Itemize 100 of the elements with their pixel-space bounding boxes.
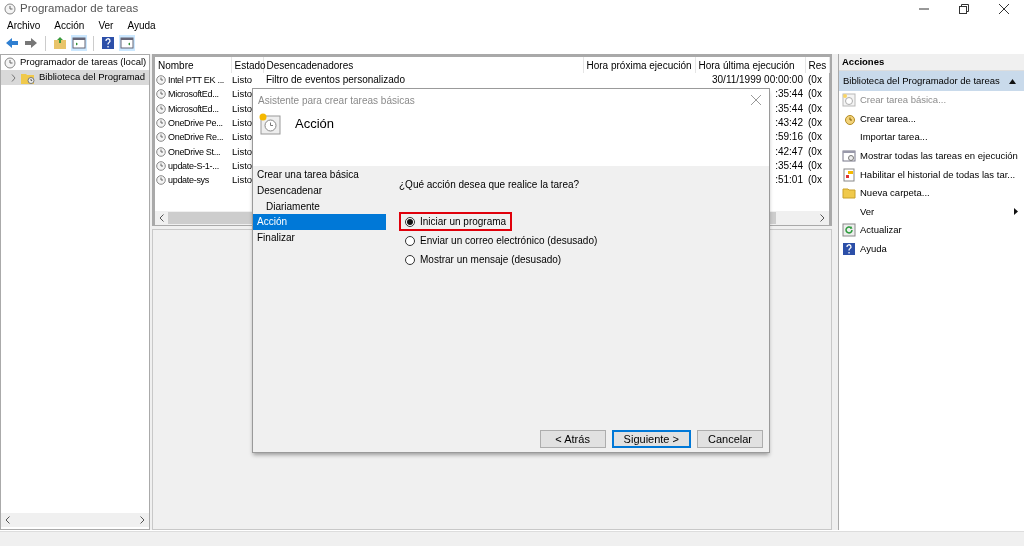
task-name: MicrosoftEd... (168, 102, 219, 116)
pane-title: Acciones (839, 54, 1024, 71)
question-text: ¿Qué acción desea que realice la tarea? (399, 178, 581, 192)
table-cell: 30/11/1999 00:00:00 (712, 74, 803, 86)
calendar-clock-icon (259, 113, 281, 135)
back-arrow-icon[interactable] (4, 35, 20, 51)
action-label: Mostrar todas las tareas en ejecución (860, 148, 1018, 163)
task-name: OneDrive Pe... (168, 117, 223, 131)
table-cell-text: Listo (231, 116, 254, 131)
table-cell: Filtro de eventos personalizado (263, 73, 583, 88)
tree-label: Biblioteca del Programad (39, 70, 146, 85)
wizard-button[interactable]: Siguiente > (611, 430, 691, 448)
clock-icon (156, 175, 166, 186)
wizard-button[interactable]: Cancelar (696, 430, 763, 448)
panel-icon[interactable] (71, 35, 87, 51)
action-item[interactable]: Nueva carpeta... (839, 183, 1024, 203)
submenu-arrow-icon[interactable] (1014, 208, 1018, 216)
table-cell-text: Listo (231, 130, 254, 145)
table-cell: :35:44 (775, 102, 803, 114)
clock-icon (156, 132, 166, 143)
clock-icon (156, 103, 166, 114)
close-icon[interactable] (999, 3, 1009, 14)
clock-icon (156, 75, 166, 86)
radio-button[interactable] (405, 216, 415, 227)
table-cell: :43:42 (775, 117, 803, 129)
menu-item[interactable]: Ayuda (127, 17, 156, 33)
radio-option[interactable]: Mostrar un mensaje (desusado) (399, 250, 568, 269)
radio-option[interactable]: Enviar un correo electrónico (desusado) (399, 231, 604, 250)
folder-up-icon[interactable] (52, 35, 68, 51)
option-label: Enviar un correo electrónico (desusado) (420, 234, 598, 248)
clock-icon (156, 146, 166, 157)
clock-icon (156, 160, 166, 171)
table-cell-text: (0x (807, 101, 823, 116)
scroll-left-icon[interactable] (5, 516, 10, 524)
clock-icon (156, 118, 166, 129)
scroll-left-icon[interactable] (159, 214, 164, 222)
wizard-step[interactable]: Diariamente (253, 198, 386, 215)
table-cell-text: (0x (807, 144, 823, 159)
clock-icon (4, 2, 16, 15)
refresh-icon (842, 223, 856, 238)
radio-button[interactable] (405, 254, 415, 265)
menu-item[interactable]: Acción (54, 17, 85, 33)
folder-clock-icon (21, 71, 35, 84)
panel-icon[interactable] (119, 35, 135, 51)
action-item[interactable]: Ayuda (839, 239, 1024, 259)
scroll-right-icon[interactable] (140, 516, 145, 524)
log-icon (842, 167, 856, 182)
table-cell: :35:44 (775, 159, 803, 171)
wizard-step[interactable]: Desencadenar (253, 182, 386, 199)
action-label: Importar tarea... (860, 130, 928, 145)
action-item[interactable]: Importar tarea... (839, 128, 1024, 147)
action-item[interactable]: Mostrar todas las tareas en ejecución (839, 146, 1024, 166)
table-cell-text: Listo (231, 101, 254, 116)
column-header[interactable]: Hora próxima ejecución (583, 57, 695, 73)
table-cell-text: (0x (807, 87, 823, 102)
wizard-step[interactable]: Acción (253, 214, 386, 231)
menu-item[interactable]: Archivo (7, 17, 41, 33)
collapse-icon[interactable] (1009, 78, 1016, 84)
chevron-icon[interactable] (10, 73, 17, 82)
forward-arrow-icon[interactable] (23, 35, 39, 51)
wizard-step[interactable]: Crear una tarea básica (253, 167, 386, 183)
table-cell-text: (0x (807, 116, 823, 131)
table-cell: :59:16 (775, 131, 803, 143)
menu-item[interactable]: Ver (98, 17, 114, 33)
radio-button[interactable] (405, 235, 415, 246)
wizard-button[interactable]: < Atrás (539, 430, 606, 448)
action-item[interactable]: Actualizar (839, 221, 1024, 240)
task-name: Intel PTT EK ... (168, 74, 225, 88)
column-header[interactable]: Nombre (155, 57, 231, 73)
option-label: Mostrar un mensaje (desusado) (420, 253, 562, 267)
help-icon[interactable] (100, 35, 116, 51)
highlighted-option[interactable]: Iniciar un programa (399, 212, 513, 231)
wizard-step[interactable]: Finalizar (253, 230, 386, 246)
column-header[interactable]: Estado (231, 57, 263, 73)
scroll-right-icon[interactable] (820, 214, 825, 222)
window-clock-icon (842, 149, 856, 164)
option-label: Iniciar un programa (420, 215, 507, 229)
table-cell: Listo (231, 73, 263, 88)
dialog-title: Asistente para crear tareas básicas (258, 93, 415, 108)
action-label: Ayuda (860, 241, 887, 256)
tree-item[interactable]: Biblioteca del Programad (1, 70, 149, 85)
table-cell-text: (0x (807, 130, 823, 145)
action-label: Crear tarea básica... (860, 93, 947, 108)
action-item[interactable]: Habilitar el historial de todas las tar... (839, 165, 1024, 184)
table-cell-text: Listo (231, 144, 254, 159)
help-icon (842, 242, 856, 257)
restore-icon[interactable] (959, 3, 969, 14)
action-label: Crear tarea... (860, 111, 916, 126)
clock-icon (156, 89, 166, 100)
column-header[interactable]: Hora última ejecución (695, 57, 805, 73)
action-item[interactable]: Ver (839, 202, 1024, 222)
column-header[interactable]: Res (805, 57, 829, 73)
task-name: update-S-1-... (168, 159, 219, 173)
task-name: OneDrive Re... (168, 131, 224, 145)
folder-icon (842, 186, 856, 201)
action-item[interactable]: Crear tarea... (839, 109, 1024, 129)
task-name: MicrosoftEd... (168, 88, 219, 102)
calendar-clock-icon (842, 93, 856, 108)
action-label: Habilitar el historial de todas las tar... (860, 167, 1016, 182)
window-title: Programador de tareas (20, 0, 139, 16)
